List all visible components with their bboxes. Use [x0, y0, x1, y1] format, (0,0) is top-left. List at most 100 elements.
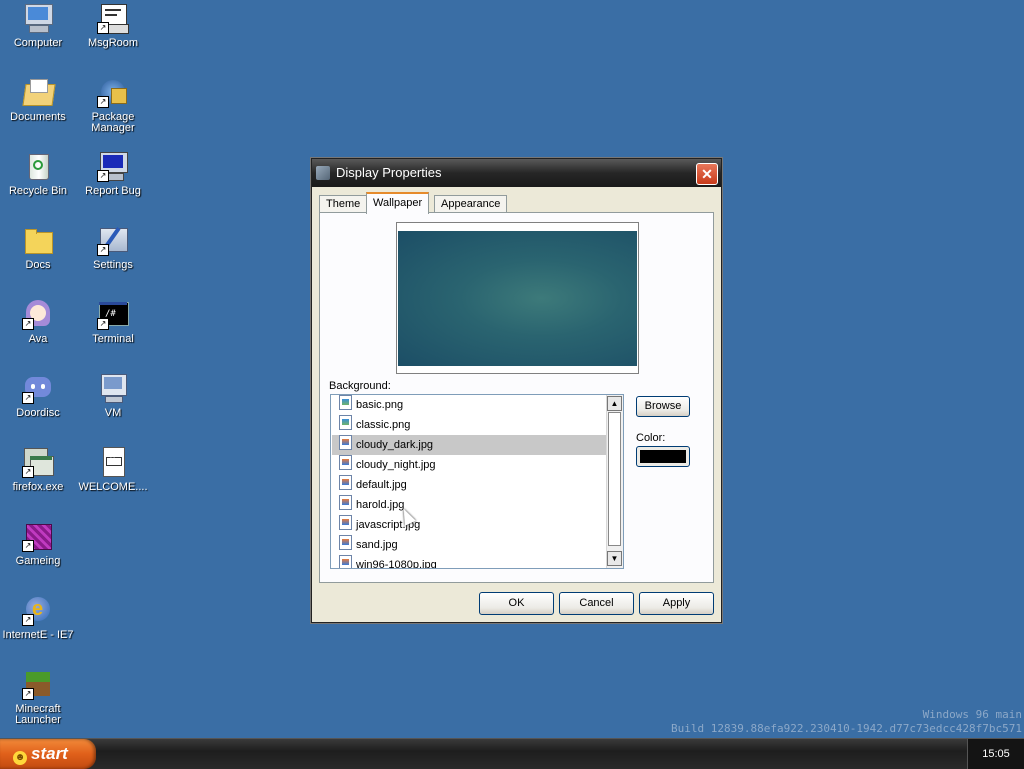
- shortcut-arrow-icon: ↗: [22, 466, 34, 478]
- close-button[interactable]: ✕: [696, 163, 718, 185]
- shortcut-arrow-icon: ↗: [97, 318, 109, 330]
- desktop-icon-vm[interactable]: VM: [76, 372, 150, 419]
- list-item[interactable]: sand.jpg: [332, 535, 607, 555]
- list-item[interactable]: default.jpg: [332, 475, 607, 495]
- shortcut-arrow-icon: ↗: [97, 244, 109, 256]
- desktop-icon-computer[interactable]: Computer: [1, 2, 75, 49]
- ava-icon: ↗: [22, 298, 54, 330]
- desktop-icon-label: InternetE - IE7: [2, 629, 74, 641]
- shortcut-arrow-icon: ↗: [97, 96, 109, 108]
- wallpaper-preview: [396, 222, 639, 374]
- desktop-icon-welcome[interactable]: M↓ WELCOME....: [76, 446, 150, 493]
- docs-folder-icon: [22, 224, 54, 256]
- list-item-selected[interactable]: cloudy_dark.jpg: [332, 435, 607, 455]
- desktop-icon-label: Docs: [25, 259, 51, 271]
- documents-folder-icon: [22, 76, 56, 108]
- minecraft-icon: ↗: [22, 668, 54, 700]
- desktop-icon-docs[interactable]: Docs: [1, 224, 75, 271]
- list-item[interactable]: javascript.jpg: [332, 515, 607, 535]
- desktop-icon-label: Terminal: [92, 333, 134, 345]
- desktop-icon-minecraft[interactable]: ↗ Minecraft Launcher: [1, 668, 75, 726]
- scroll-down-button[interactable]: ▼: [607, 551, 622, 566]
- jpg-file-icon: [339, 435, 352, 450]
- scroll-up-button[interactable]: ▲: [607, 396, 622, 411]
- tab-theme[interactable]: Theme: [319, 195, 368, 212]
- desktop-icon-ava[interactable]: ↗ Ava: [1, 298, 75, 345]
- list-item-label: cloudy_night.jpg: [356, 459, 436, 471]
- desktop-icon-ie7[interactable]: e ↗ InternetE - IE7: [1, 594, 75, 641]
- display-properties-dialog: Display Properties ✕ Theme Wallpaper App…: [311, 158, 722, 623]
- jpg-file-icon: [339, 535, 352, 550]
- list-item[interactable]: classic.png: [332, 415, 607, 435]
- gameing-icon: ↗: [22, 520, 54, 552]
- shortcut-arrow-icon: ↗: [22, 392, 34, 404]
- start-label: start: [31, 744, 68, 763]
- settings-icon: ↗: [97, 224, 129, 256]
- desktop-icon-doordisc[interactable]: ↗ Doordisc: [1, 372, 75, 419]
- png-file-icon: [339, 415, 352, 430]
- desktop-icon-gameing[interactable]: ↗ Gameing: [1, 520, 75, 567]
- close-icon: ✕: [701, 166, 713, 182]
- apply-button[interactable]: Apply: [639, 592, 714, 615]
- arrow-up-icon: ▲: [610, 399, 619, 408]
- smiley-icon: ☻: [13, 751, 27, 765]
- arrow-down-icon: ▼: [610, 554, 619, 563]
- clock[interactable]: 15:05: [982, 748, 1010, 760]
- shortcut-arrow-icon: ↗: [97, 170, 109, 182]
- background-label: Background:: [329, 380, 391, 392]
- jpg-file-icon: [339, 495, 352, 510]
- color-label: Color:: [636, 432, 666, 444]
- desktop-icon-documents[interactable]: Documents: [1, 76, 75, 123]
- list-item-label: basic.png: [356, 399, 404, 411]
- scroll-thumb[interactable]: [608, 412, 621, 546]
- list-item[interactable]: basic.png: [332, 395, 607, 415]
- color-picker-button[interactable]: [636, 446, 690, 467]
- jpg-file-icon: [339, 455, 352, 470]
- desktop-icon-label: Report Bug: [85, 185, 141, 197]
- desktop-icon-package-manager[interactable]: ↗ Package Manager: [76, 76, 150, 134]
- list-item[interactable]: harold.jpg: [332, 495, 607, 515]
- vm-icon: [97, 372, 129, 404]
- terminal-icon: /# ↗: [97, 298, 129, 330]
- recycle-bin-icon: [22, 150, 54, 182]
- browse-button[interactable]: Browse: [636, 396, 690, 417]
- dialog-titlebar[interactable]: Display Properties ✕: [312, 159, 721, 187]
- desktop-icon-report-bug[interactable]: ↗ Report Bug: [76, 150, 150, 197]
- wallpaper-listbox[interactable]: basic.png classic.png cloudy_dark.jpg cl…: [330, 394, 624, 569]
- desktop-icon-label: Recycle Bin: [8, 185, 68, 197]
- msgroom-icon: ↗: [97, 2, 129, 34]
- desktop-icon-label: VM: [104, 407, 122, 419]
- ok-button[interactable]: OK: [479, 592, 554, 615]
- desktop-icon-terminal[interactable]: /# ↗ Terminal: [76, 298, 150, 345]
- desktop-icon-recycle-bin[interactable]: Recycle Bin: [1, 150, 75, 197]
- png-file-icon: [339, 395, 352, 410]
- dialog-title: Display Properties: [336, 165, 442, 180]
- desktop-icon-settings[interactable]: ↗ Settings: [76, 224, 150, 271]
- desktop-icon-label: WELCOME....: [78, 481, 148, 493]
- desktop-icon-msgroom[interactable]: ↗ MsgRoom: [76, 2, 150, 49]
- wallpaper-panel: Background: basic.png classic.png cloudy…: [319, 212, 714, 583]
- cancel-button[interactable]: Cancel: [559, 592, 634, 615]
- desktop-icon-label: Computer: [13, 37, 63, 49]
- jpg-file-icon: [339, 555, 352, 568]
- list-item-label: classic.png: [356, 419, 411, 431]
- start-button[interactable]: ☻ start: [0, 739, 96, 769]
- tab-wallpaper[interactable]: Wallpaper: [366, 192, 430, 214]
- desktop-icon-label: Doordisc: [16, 407, 60, 419]
- ie7-icon: e ↗: [22, 594, 54, 626]
- shortcut-arrow-icon: ↗: [22, 540, 34, 552]
- welcome-doc-icon: M↓: [97, 446, 129, 478]
- shortcut-arrow-icon: ↗: [22, 318, 34, 330]
- list-scrollbar[interactable]: ▲ ▼: [606, 395, 623, 568]
- desktop-icon-firefox-exe[interactable]: ↗ firefox.exe: [1, 446, 75, 493]
- list-item-label: default.jpg: [356, 479, 407, 491]
- desktop-icon-label: Gameing: [15, 555, 61, 567]
- desktop-icon-label: Minecraft Launcher: [15, 703, 61, 726]
- tab-appearance[interactable]: Appearance: [434, 195, 508, 212]
- package-manager-icon: ↗: [97, 76, 129, 108]
- list-item[interactable]: cloudy_night.jpg: [332, 455, 607, 475]
- wallpaper-preview-image: [398, 231, 637, 366]
- shortcut-arrow-icon: ↗: [22, 614, 34, 626]
- list-item[interactable]: win96-1080p.jpg: [332, 555, 607, 568]
- display-properties-icon: [316, 166, 330, 180]
